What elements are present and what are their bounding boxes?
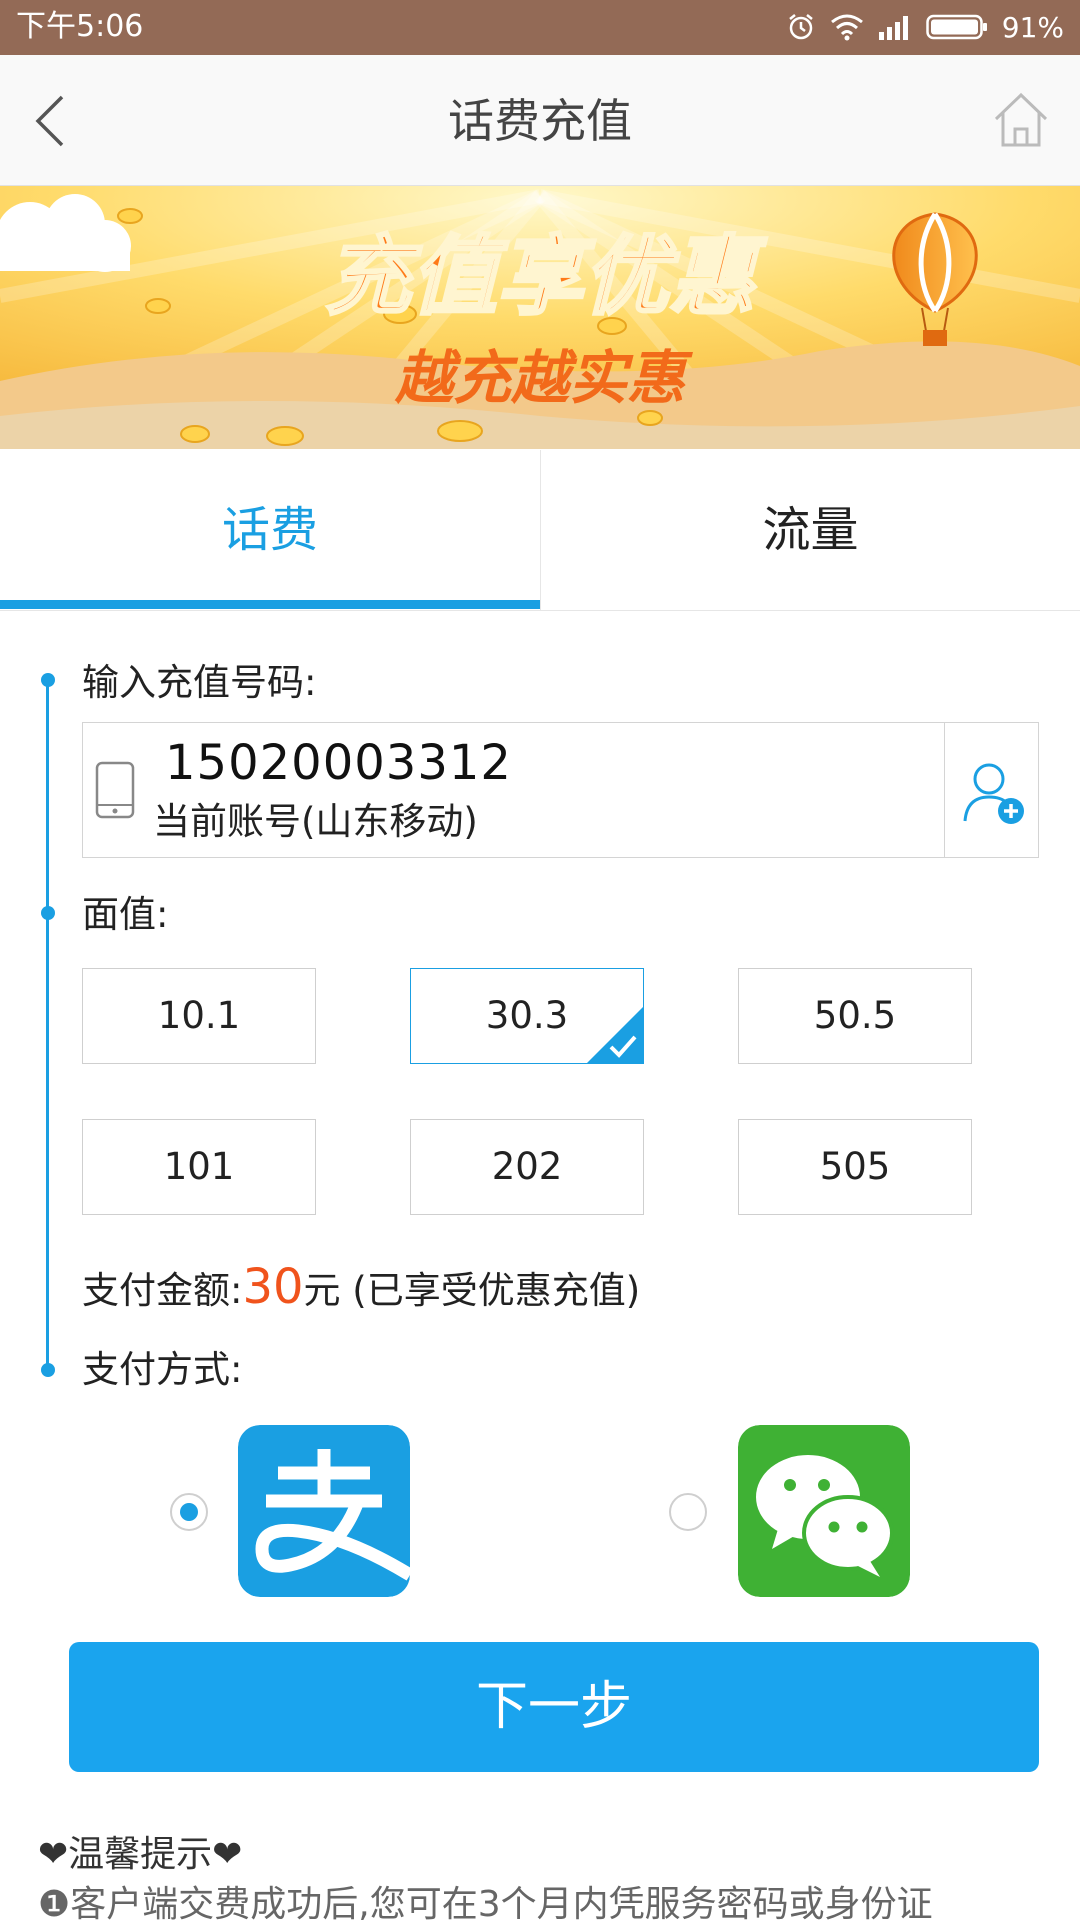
tab-phone-credit[interactable]: 话费 [0, 450, 540, 610]
battery-percent: 91% [1001, 10, 1064, 44]
tab-data[interactable]: 流量 [540, 450, 1080, 610]
amount-option[interactable]: 505 [738, 1119, 972, 1215]
wifi-icon [830, 14, 863, 41]
add-contact-icon[interactable] [957, 757, 1029, 829]
active-tab-indicator [0, 600, 540, 609]
alarm-icon [788, 14, 813, 40]
status-time: 下午5:06 [16, 9, 144, 44]
timeline-line [46, 680, 49, 1370]
next-button[interactable]: 下一步 [69, 1642, 1039, 1772]
phone-number-value[interactable]: 15020003312 [165, 733, 512, 793]
home-icon[interactable] [990, 89, 1052, 151]
amount-option-selected[interactable]: 30.3 [410, 968, 644, 1064]
banner-headline: 充值享优惠 [325, 227, 767, 327]
tab-bar: 话费 流量 [0, 450, 1080, 611]
title-bar: 话费充值 [0, 55, 1080, 186]
alipay-radio[interactable] [170, 1493, 208, 1531]
phone-icon [95, 761, 135, 819]
tips-marker: ❶ [38, 1884, 71, 1925]
promo-banner[interactable]: 充值享优惠 越充越实惠 [0, 186, 1080, 449]
banner-subline: 越充越实惠 [394, 344, 693, 412]
status-bar: 下午5:06 91% [0, 0, 1080, 55]
account-info: 当前账号(山东移动) [153, 800, 478, 843]
phone-input[interactable]: 15020003312 当前账号(山东移动) [82, 722, 1039, 858]
amount-option[interactable]: 202 [410, 1119, 644, 1215]
timeline-dot [41, 906, 55, 920]
tips-line: ❶客户端交费成功后,您可在3个月内凭服务密码或身份证 [38, 1880, 933, 1930]
amount-label: 面值: [82, 893, 169, 936]
divider [944, 723, 945, 857]
alipay-icon[interactable] [238, 1425, 410, 1597]
amount-option[interactable]: 50.5 [738, 968, 972, 1064]
tips-title: ❤温馨提示❤ [38, 1834, 243, 1875]
pay-amount-suffix: 元 (已享受优惠充值) [303, 1269, 641, 1312]
check-icon [587, 1007, 643, 1063]
wechat-pay-icon[interactable] [738, 1425, 910, 1597]
signal-icon [878, 16, 908, 40]
timeline-dot [41, 673, 55, 687]
status-icons: 91% [786, 8, 1064, 46]
phone-label: 输入充值号码: [82, 661, 317, 704]
battery-icon [926, 14, 987, 40]
pay-amount: 支付金额:30元 (已享受优惠充值) [82, 1262, 640, 1316]
page-title: 话费充值 [448, 94, 632, 148]
amount-option[interactable]: 101 [82, 1119, 316, 1215]
pay-amount-value: 30 [242, 1259, 304, 1315]
pay-method-label: 支付方式: [82, 1348, 243, 1391]
tips-text: 客户端交费成功后,您可在3个月内凭服务密码或身份证 [70, 1884, 933, 1925]
timeline-dot [41, 1363, 55, 1377]
wechat-pay-radio[interactable] [669, 1493, 707, 1531]
amount-option[interactable]: 10.1 [82, 968, 316, 1064]
pay-amount-prefix: 支付金额: [82, 1269, 243, 1312]
